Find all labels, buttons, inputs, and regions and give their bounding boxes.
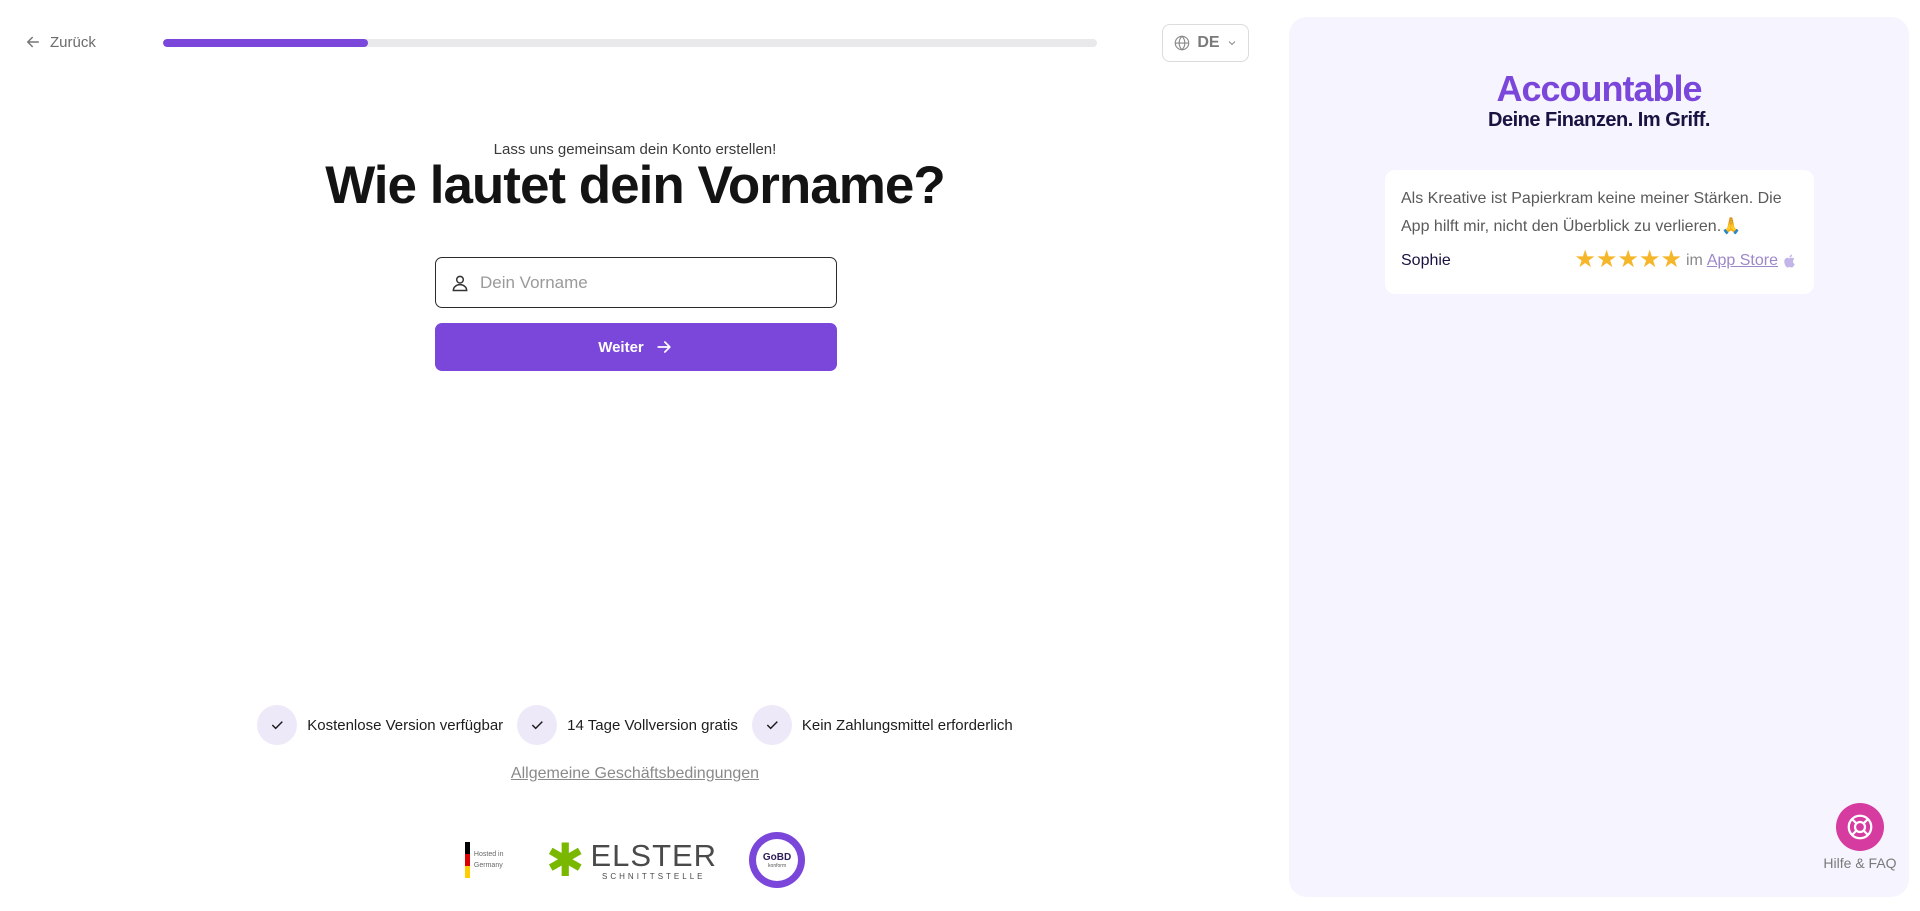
feature-list: Kostenlose Version verfügbar 14 Tage Vol… bbox=[0, 705, 1270, 745]
signup-form-area: Zurück DE Lass uns gemeinsam dein Konto … bbox=[0, 0, 1270, 911]
review-text: Als Kreative ist Papierkram keine meiner… bbox=[1401, 190, 1782, 235]
elster-name: ELSTER bbox=[590, 837, 718, 873]
feature-label: Kostenlose Version verfügbar bbox=[307, 716, 504, 734]
hosted-text: Hosted in Germany bbox=[473, 851, 504, 869]
app-store-link[interactable]: App Store bbox=[1707, 252, 1778, 270]
elster-star-icon: ✱ bbox=[545, 834, 585, 886]
review-card: Als Kreative ist Papierkram keine meiner… bbox=[1385, 170, 1814, 294]
lifebuoy-icon bbox=[1836, 803, 1884, 851]
elster-badge: ✱ ELSTER SCHNITTSTELLE bbox=[546, 837, 717, 883]
feature-item: 14 Tage Vollversion gratis bbox=[517, 705, 738, 745]
arrow-left-icon bbox=[27, 36, 39, 48]
continue-button[interactable]: Weiter bbox=[435, 323, 837, 371]
apple-icon bbox=[1784, 254, 1795, 268]
page-title: Wie lautet dein Vorname? bbox=[325, 156, 945, 215]
brand-claim: Deine Finanzen. Im Griff. bbox=[1488, 109, 1710, 131]
progress-fill bbox=[163, 39, 369, 47]
german-flag-icon bbox=[464, 842, 470, 878]
trust-badges: Hosted in Germany ✱ ELSTER SCHNITTSTELLE… bbox=[0, 832, 1270, 888]
star-icon: ★ bbox=[1574, 246, 1596, 273]
star-icon: ★ bbox=[1617, 246, 1639, 273]
store-prefix: im bbox=[1685, 251, 1703, 269]
user-icon bbox=[452, 275, 468, 291]
check-icon bbox=[257, 705, 298, 745]
feature-label: 14 Tage Vollversion gratis bbox=[567, 716, 738, 734]
rating-row: ★★★★★ im App Store bbox=[1574, 246, 1798, 273]
star-icon: ★ bbox=[1660, 246, 1682, 273]
gobd-subtitle: konform bbox=[768, 862, 787, 869]
continue-label: Weiter bbox=[598, 338, 644, 356]
review-author: Sophie bbox=[1401, 251, 1451, 269]
arrow-right-icon bbox=[657, 341, 671, 353]
feature-item: Kostenlose Version verfügbar bbox=[257, 705, 503, 745]
check-icon bbox=[751, 705, 792, 745]
hosted-in-germany-badge: Hosted in Germany bbox=[464, 842, 514, 878]
feature-item: Kein Zahlungsmittel erforderlich bbox=[751, 705, 1013, 745]
progress-bar bbox=[163, 39, 1097, 47]
chevron-down-icon bbox=[1228, 41, 1235, 46]
brand-name: Accountable bbox=[1496, 68, 1702, 109]
terms-link[interactable]: Allgemeine Geschäftsbedingungen bbox=[0, 765, 1270, 783]
globe-icon bbox=[1175, 35, 1190, 51]
brand-logo: Accountable Deine Finanzen. Im Griff. bbox=[1289, 69, 1909, 132]
check-icon bbox=[517, 705, 558, 745]
language-select[interactable]: DE bbox=[1162, 24, 1249, 62]
back-button[interactable]: Zurück bbox=[24, 33, 96, 51]
star-icon: ★ bbox=[1638, 246, 1661, 273]
gobd-name: GoBD bbox=[762, 851, 792, 863]
help-label: Hilfe & FAQ bbox=[1823, 855, 1897, 871]
testimonial-panel: Accountable Deine Finanzen. Im Griff. Al… bbox=[1289, 17, 1909, 897]
help-faq-button[interactable]: Hilfe & FAQ bbox=[1805, 803, 1915, 871]
language-value: DE bbox=[1197, 34, 1220, 51]
first-name-input[interactable] bbox=[480, 272, 820, 293]
star-rating: ★★★★★ bbox=[1574, 246, 1682, 273]
back-label: Zurück bbox=[50, 33, 96, 51]
first-name-field[interactable] bbox=[435, 257, 837, 308]
elster-subtitle: SCHNITTSTELLE bbox=[602, 871, 706, 881]
star-icon: ★ bbox=[1595, 246, 1618, 273]
gobd-badge: GoBD konform bbox=[749, 832, 806, 888]
feature-label: Kein Zahlungsmittel erforderlich bbox=[801, 716, 1013, 734]
